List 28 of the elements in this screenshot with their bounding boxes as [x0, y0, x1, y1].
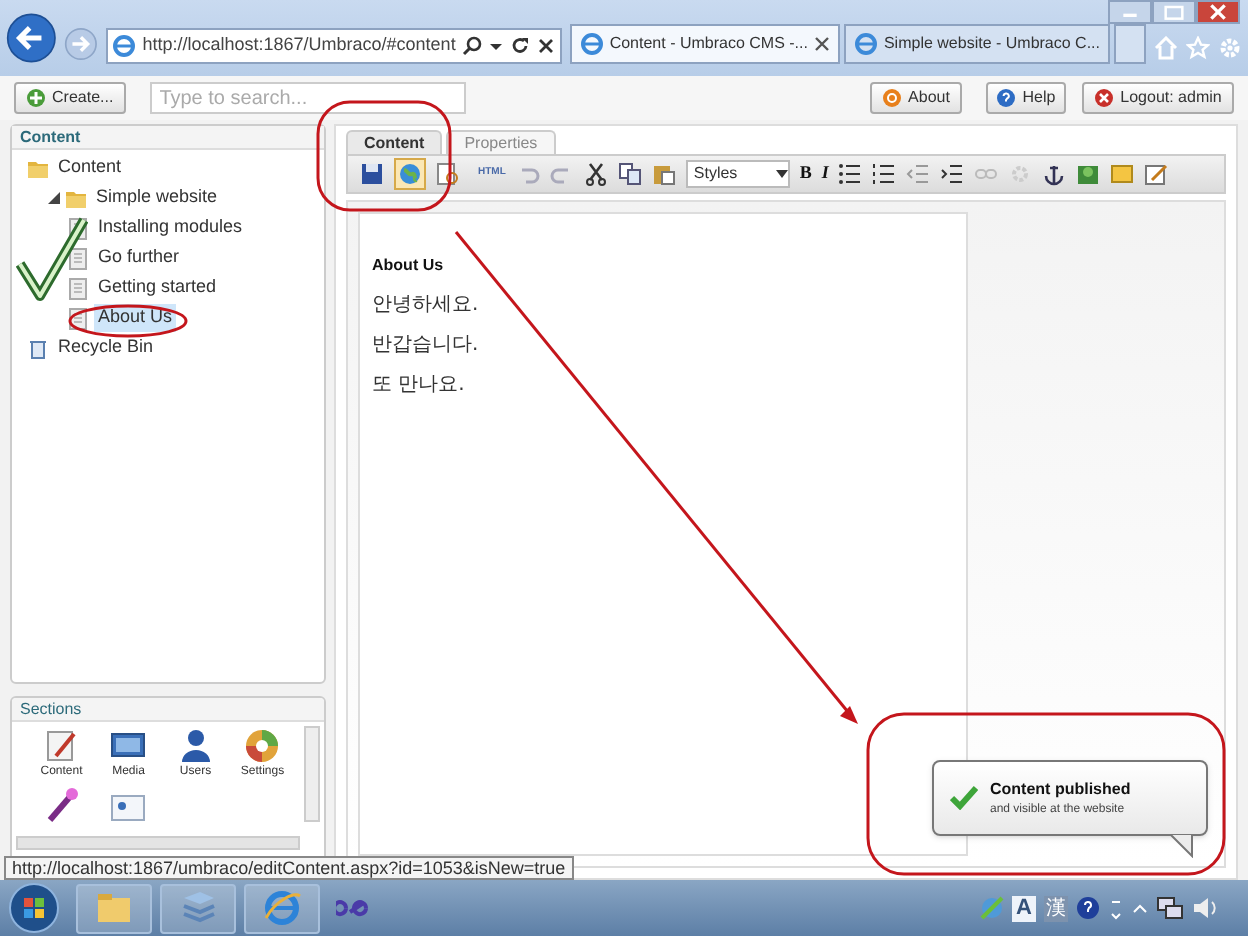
- bold-button[interactable]: B: [799, 160, 812, 188]
- document-paragraph: 반갑습니다.: [372, 334, 481, 358]
- input-mode-indicator[interactable]: A: [1012, 895, 1036, 921]
- status-tooltip: http://localhost:1867/umbraco/editContent.aspx?id=1053&isNew=true: [4, 856, 574, 880]
- address-text: http://localhost:1867/Umbraco/#content: [142, 32, 456, 59]
- document-paragraph: 또 만나요.: [372, 374, 467, 398]
- document-paragraph: 안녕하세요.: [372, 294, 481, 318]
- tree-item[interactable]: Recycle Bin: [54, 334, 158, 362]
- tree-item[interactable]: Content: [54, 154, 126, 182]
- tree-item[interactable]: Getting started: [94, 274, 221, 302]
- document-heading: About Us: [372, 254, 446, 278]
- help-button[interactable]: Help: [986, 82, 1066, 114]
- tree-item[interactable]: Go further: [94, 244, 184, 272]
- panel-title: Content: [20, 125, 81, 149]
- about-button[interactable]: About: [870, 82, 962, 114]
- logout-button[interactable]: Logout: admin: [1082, 82, 1234, 114]
- tree-item[interactable]: Installing modules: [94, 214, 247, 242]
- tree-item[interactable]: Simple website: [92, 184, 222, 212]
- browser-tab[interactable]: Simple website - Umbraco C...: [843, 24, 1110, 64]
- italic-button[interactable]: I: [821, 160, 829, 188]
- browser-tab[interactable]: Content - Umbraco CMS -...: [569, 24, 840, 64]
- create-button[interactable]: Create...: [14, 82, 126, 114]
- search-field[interactable]: Type to search...: [149, 82, 466, 114]
- styles-dropdown[interactable]: Styles: [685, 160, 790, 188]
- editor-tab[interactable]: Content: [346, 130, 443, 154]
- panel-title: Sections: [20, 698, 82, 721]
- address-bar[interactable]: http://localhost:1867/Umbraco/#content: [106, 28, 562, 64]
- toast-title: Content published: [990, 777, 1131, 801]
